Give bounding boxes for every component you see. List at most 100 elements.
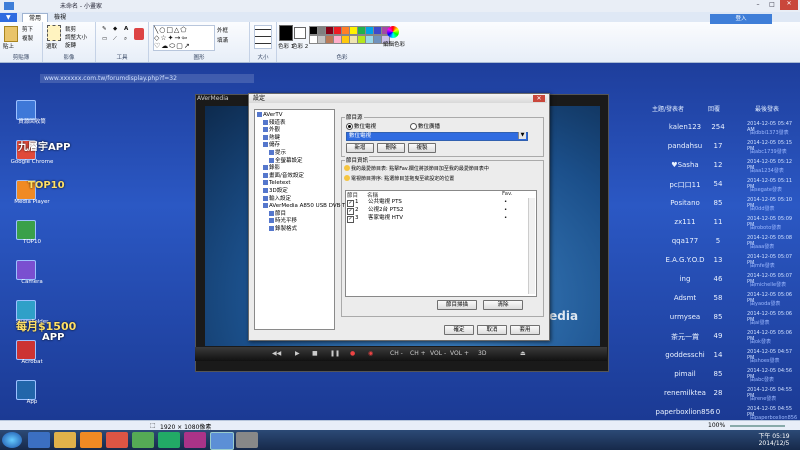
forum-last-by[interactable]: 由ai發表 — [750, 319, 800, 326]
channel-checkbox[interactable]: ✓ — [347, 208, 354, 215]
settings-tree-item[interactable]: Teletext — [263, 180, 291, 186]
cancel-button[interactable]: 取消 — [477, 325, 507, 335]
record-icon[interactable]: ● — [350, 350, 355, 357]
timeshift-icon[interactable]: ◉ — [368, 350, 373, 357]
fav-icon[interactable]: • — [504, 207, 507, 214]
channel-row[interactable]: ✓ 3 客家電視 HTV • — [346, 215, 526, 223]
pencil-icon[interactable]: ✎ — [102, 26, 107, 32]
pause-icon[interactable]: ❚❚ — [330, 350, 340, 357]
channel-row[interactable]: ✓ 2 公視2台 PTS2 • — [346, 207, 526, 215]
desktop-icon[interactable]: TOP10 — [2, 220, 72, 250]
chrome-taskbar-icon[interactable] — [106, 432, 128, 448]
tab-view[interactable]: 檢視 — [48, 13, 72, 22]
forum-last-by[interactable]: 由rene發表 — [750, 395, 800, 402]
desktop-icon[interactable]: 資源回收筒 — [2, 100, 72, 130]
settings-tree-item[interactable]: 頻道表 — [263, 119, 286, 126]
settings-tree-item[interactable]: AVerTV — [257, 112, 283, 118]
radio-digital-broadcast[interactable] — [410, 123, 417, 130]
forum-last-by[interactable]: 由aa1234發表 — [750, 167, 800, 174]
select-icon[interactable] — [47, 25, 61, 41]
maximize-button[interactable]: □ — [766, 1, 778, 8]
col-fav[interactable]: Fav. — [502, 191, 513, 197]
eject-icon[interactable]: ⏏ — [520, 350, 526, 357]
forum-last-by[interactable]: 由dbbi1373發表 — [750, 129, 800, 136]
explorer-taskbar-icon[interactable] — [54, 432, 76, 448]
settings-tree-item[interactable]: 節目 — [269, 210, 286, 217]
cut-button[interactable]: 剪下 — [22, 25, 33, 33]
media-taskbar-icon[interactable] — [80, 432, 102, 448]
settings-tree-item[interactable]: AVerMedia A850 USB DVB-T — [263, 203, 345, 209]
color-picker-icon[interactable]: ⟋ — [113, 36, 117, 43]
settings-tree-item[interactable]: 輸入設定 — [263, 195, 291, 202]
app-taskbar-icon[interactable] — [132, 432, 154, 448]
paste-icon[interactable] — [4, 26, 18, 42]
forum-last-by[interactable]: 由shoes發表 — [750, 357, 800, 364]
rotate-button[interactable]: 旋轉 — [65, 41, 76, 49]
scan-button[interactable]: 節目掃描 — [437, 300, 477, 310]
paste-button[interactable]: 貼上 — [3, 42, 14, 50]
paint-taskbar-icon[interactable] — [210, 432, 234, 450]
copy-button[interactable]: 複製 — [408, 143, 436, 153]
resize-button[interactable]: 調整大小 — [65, 33, 87, 41]
settings-tree-item[interactable]: 外觀 — [263, 127, 280, 133]
forum-last-by[interactable]: 由abc發表 — [750, 376, 800, 383]
app2-taskbar-icon[interactable] — [158, 432, 180, 448]
outline-button[interactable]: 外框 — [217, 26, 228, 34]
fav-icon[interactable]: • — [504, 199, 507, 206]
shapes-gallery[interactable]: ╲○□△⬠ ◇☆✦→⇦ ♡☁⬭▢↗ — [153, 25, 215, 51]
channel-checkbox[interactable]: ✓ — [347, 200, 354, 207]
system-clock[interactable]: 下午 05:19 2014/12/5 — [752, 433, 796, 447]
ie-taskbar-icon[interactable] — [28, 432, 50, 448]
clear-button[interactable]: 清除 — [483, 300, 523, 310]
col-name[interactable]: 名稱 — [367, 191, 378, 199]
start-button[interactable] — [2, 432, 22, 448]
forum-last-by[interactable]: 由aaa發表 — [750, 243, 800, 250]
close-button[interactable]: ✕ — [780, 0, 798, 10]
forum-last-by[interactable]: 由0dd發表 — [750, 205, 800, 212]
file-menu-button[interactable]: ▼ — [0, 13, 17, 22]
settings-tree-item[interactable]: 錄影 — [263, 165, 280, 171]
color1-swatch[interactable] — [279, 25, 293, 41]
zoom-slider[interactable] — [730, 425, 785, 427]
settings-tree-item[interactable]: 全螢幕設定 — [269, 157, 303, 164]
channel-checkbox[interactable]: ✓ — [347, 216, 354, 223]
source-select[interactable]: 數位電視 — [346, 132, 528, 141]
text-icon[interactable]: A — [124, 26, 128, 32]
forum-last-by[interactable]: 由abc1739發表 — [750, 148, 800, 155]
ch-up-button[interactable]: CH + — [410, 350, 426, 357]
select-button[interactable]: 選取 — [46, 42, 57, 50]
vol-up-button[interactable]: VOL + — [450, 350, 469, 357]
copy-button[interactable]: 複製 — [22, 34, 33, 42]
channel-list-scrollbar[interactable] — [528, 198, 535, 294]
settings-tree-item[interactable]: 時光平移 — [269, 218, 297, 224]
color2-swatch[interactable] — [294, 27, 306, 39]
add-button[interactable]: 新增 — [346, 143, 374, 153]
edit-colors-button[interactable]: 編輯色彩 — [383, 40, 405, 48]
desktop-icon[interactable]: Acrobat — [2, 340, 72, 370]
chevron-down-icon[interactable]: ▼ — [518, 132, 526, 139]
fill-button[interactable]: 填滿 — [217, 36, 228, 44]
forum-last-by[interactable]: 由ok發表 — [750, 338, 800, 345]
ch-down-button[interactable]: CH - — [390, 350, 403, 357]
rewind-icon[interactable]: ◀◀ — [272, 350, 281, 357]
stop-icon[interactable]: ■ — [312, 350, 318, 357]
play-icon[interactable]: ▶ — [295, 350, 300, 357]
forum-last-by[interactable]: 由roboto發表 — [750, 224, 800, 231]
magnifier-icon[interactable]: ⌕ — [124, 36, 127, 43]
fill-icon[interactable]: ◆ — [113, 26, 117, 32]
settings-taskbar-icon[interactable] — [236, 432, 258, 448]
app3-taskbar-icon[interactable] — [184, 432, 206, 448]
minimize-button[interactable]: – — [752, 1, 764, 8]
col-order[interactable]: 節目 — [347, 191, 358, 199]
apply-button[interactable]: 套用 — [510, 325, 540, 335]
eraser-icon[interactable]: ▭ — [102, 36, 107, 42]
desktop-icon[interactable]: App — [2, 380, 72, 410]
dialog-close-icon[interactable]: ✕ — [533, 95, 545, 102]
forum-last-by[interactable]: 由michelle發表 — [750, 281, 800, 288]
settings-tree-item[interactable]: 3D設定 — [263, 188, 288, 194]
edit-colors-icon[interactable] — [387, 26, 399, 38]
brushes-icon[interactable] — [134, 28, 144, 40]
crop-button[interactable]: 裁剪 — [65, 25, 76, 33]
settings-tree-item[interactable]: 提示 — [269, 150, 286, 156]
delete-button[interactable]: 刪除 — [377, 143, 405, 153]
